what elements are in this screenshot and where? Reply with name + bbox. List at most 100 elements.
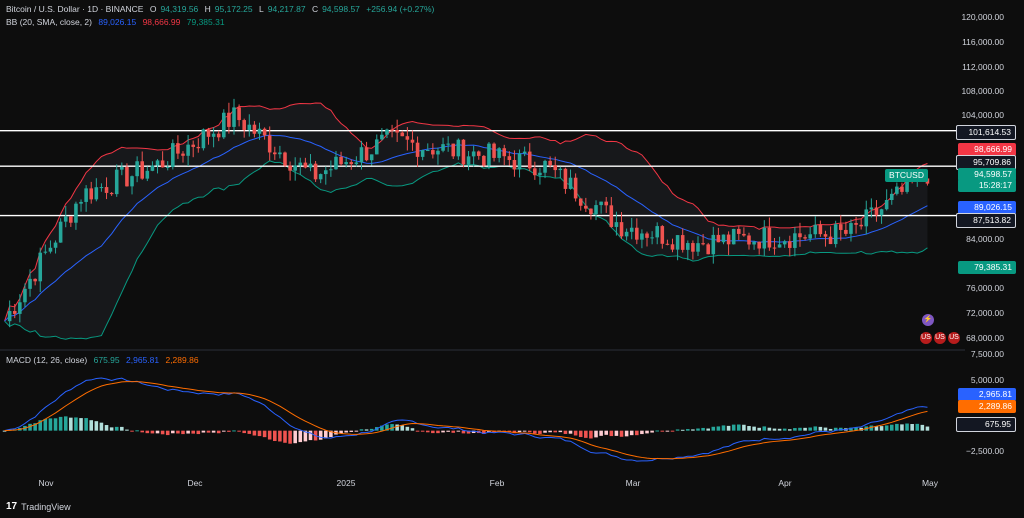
tradingview-logo[interactable]: 17 TradingView	[6, 501, 71, 512]
macd-histogram-bar	[84, 418, 88, 431]
macd-histogram-bar	[772, 428, 777, 431]
candle-body	[665, 243, 670, 245]
candle-body	[543, 160, 547, 173]
macd-histogram-bar	[716, 426, 721, 431]
candle-body	[492, 143, 496, 158]
macd-histogram-bar	[273, 430, 277, 442]
candle-body	[252, 124, 257, 134]
macd-histogram-bar	[578, 430, 583, 438]
candle-body	[762, 227, 767, 249]
candle-body	[298, 162, 303, 166]
candle-body	[742, 233, 746, 236]
macd-histogram-bar	[808, 427, 812, 431]
candle-body	[436, 150, 440, 155]
candle-body	[267, 135, 272, 153]
candle-body	[339, 156, 343, 165]
candle-body	[716, 234, 721, 243]
macd-histogram-bar	[227, 430, 231, 432]
candle-body	[99, 187, 104, 189]
bb-label: BB (20, SMA, close, 2)	[6, 17, 92, 27]
bb-lower-tag: 79,385.31	[958, 261, 1016, 274]
candle-body	[721, 234, 726, 243]
candle-body	[84, 188, 88, 202]
macd-signal-tag: 2,289.86	[958, 400, 1016, 413]
candle-body	[854, 223, 858, 225]
candle-body	[675, 235, 680, 250]
candle-body	[558, 168, 563, 171]
us-flag-icon[interactable]: US	[920, 332, 932, 344]
candle-body	[446, 143, 450, 145]
us-flag-icon[interactable]: US	[948, 332, 960, 344]
low-label: L	[259, 4, 264, 14]
macd-histogram-bar	[48, 418, 53, 431]
candle-body	[859, 224, 863, 227]
macd-histogram-bar	[568, 430, 573, 434]
macd-histogram-bar	[298, 430, 303, 443]
macd-histogram-bar	[323, 430, 328, 439]
brand-name: TradingView	[21, 501, 71, 512]
candle-body	[782, 241, 787, 245]
macd-histogram-bar	[415, 430, 420, 432]
macd-histogram-bar	[645, 430, 649, 434]
candle-body	[456, 139, 461, 157]
macd-histogram-bar	[211, 430, 216, 433]
candle-body	[691, 243, 695, 252]
us-flag-icon[interactable]: US	[934, 332, 946, 344]
macd-histogram-bar	[400, 425, 405, 431]
macd-histogram-bar	[58, 416, 63, 431]
candle-body	[900, 186, 904, 192]
macd-histogram-bar	[308, 430, 313, 441]
high-label: H	[204, 4, 211, 14]
candle-body	[517, 153, 522, 170]
candle-body	[757, 241, 761, 249]
candle-body	[12, 311, 17, 314]
macd-histogram-bar	[89, 420, 94, 431]
candle-body	[884, 200, 889, 210]
candle-body	[645, 233, 649, 238]
candle-body	[181, 153, 185, 156]
macd-histogram-bar	[527, 430, 532, 433]
macd-histogram-bar	[354, 430, 359, 432]
chart-canvas[interactable]	[0, 0, 1024, 518]
macd-tick: 7,500.00	[970, 349, 1004, 359]
candle-body	[747, 235, 751, 245]
macd-histogram-bar	[145, 430, 150, 434]
price-tick: 76,000.00	[966, 283, 1004, 293]
macd-histogram-bar	[242, 430, 246, 434]
macd-histogram-bar	[558, 430, 563, 433]
macd-histogram-bar	[181, 430, 185, 435]
macd-histogram-bar	[533, 430, 537, 434]
macd-histogram-bar	[252, 430, 257, 436]
candle-body	[869, 207, 874, 210]
change-value: +256.94 (+0.27%)	[366, 4, 435, 14]
candle-body	[655, 226, 659, 238]
candle-body	[629, 227, 634, 232]
macd-tick: −2,500.00	[965, 446, 1004, 456]
macd-line	[4, 377, 928, 462]
macd-histogram-bar	[359, 429, 364, 431]
candle-body	[48, 247, 53, 252]
candle-body	[222, 112, 226, 138]
candle-body	[38, 252, 43, 282]
high-value: 95,172.25	[214, 4, 253, 14]
macd-label: MACD (12, 26, close)	[6, 355, 88, 365]
macd-histogram-bar	[910, 424, 914, 431]
candle-body	[359, 147, 364, 163]
macd-histogram-bar	[721, 425, 726, 431]
bb-lower-value: 79,385.31	[186, 17, 225, 27]
candle-body	[176, 143, 180, 154]
candle-body	[140, 161, 145, 179]
macd-histogram-bar	[884, 425, 889, 431]
macd-histogram-bar	[925, 426, 930, 431]
macd-histogram-bar	[114, 426, 119, 431]
macd-histogram-bar	[584, 430, 588, 438]
event-flag-icon[interactable]: ⚡	[922, 314, 934, 326]
macd-histogram-bar	[257, 430, 262, 437]
macd-histogram-bar	[680, 429, 685, 431]
candle-body	[120, 166, 124, 170]
price-tick: 72,000.00	[966, 308, 1004, 318]
macd-histogram-bar	[915, 423, 920, 431]
candle-body	[262, 128, 267, 136]
macd-histogram-bar	[895, 423, 899, 431]
macd-histogram-bar	[793, 428, 797, 431]
